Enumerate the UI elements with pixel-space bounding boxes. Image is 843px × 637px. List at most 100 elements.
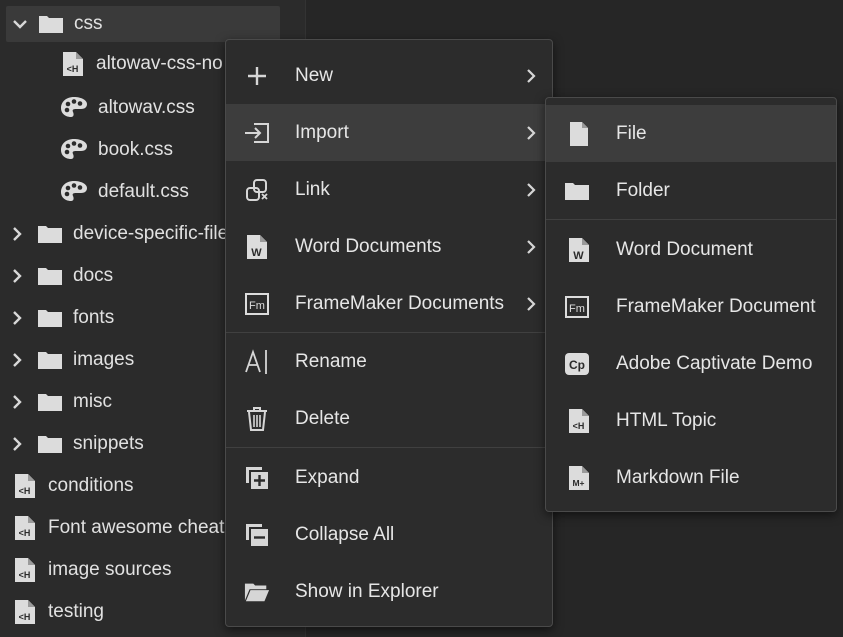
menu-separator	[546, 219, 836, 220]
svg-text:Cp: Cp	[569, 358, 585, 372]
tree-folder-css[interactable]: css	[6, 6, 280, 42]
chevron-right-icon[interactable]	[6, 394, 28, 410]
tree-item-label: image sources	[48, 559, 172, 580]
chevron-right-icon	[527, 239, 536, 254]
menu-item-label: Show in Explorer	[295, 580, 439, 602]
submenu-item-label: Adobe Captivate Demo	[616, 352, 813, 374]
import-icon	[244, 120, 270, 146]
chevron-right-icon[interactable]	[6, 352, 28, 368]
palette-icon	[60, 137, 88, 163]
svg-text:<H: <H	[19, 570, 31, 580]
menu-item-delete[interactable]: Delete	[226, 390, 552, 447]
svg-text:M+: M+	[572, 478, 584, 488]
submenu-item-adobe-captivate-demo[interactable]: Cp Adobe Captivate Demo	[546, 335, 836, 392]
tree-item-label: fonts	[73, 307, 115, 328]
chevron-right-icon[interactable]	[6, 436, 28, 452]
menu-item-label: New	[295, 64, 334, 86]
menu-item-rename[interactable]: Rename	[226, 333, 552, 390]
chevron-right-icon[interactable]	[6, 268, 28, 284]
tree-item-label: conditions	[48, 475, 134, 496]
palette-icon	[60, 179, 88, 205]
svg-text:Fm: Fm	[569, 303, 585, 315]
menu-item-label: FrameMaker Documents	[295, 292, 505, 314]
svg-text:<H: <H	[19, 486, 31, 496]
menu-item-label: Word Documents	[295, 235, 442, 257]
submenu-item-file[interactable]: File	[546, 105, 836, 162]
menu-item-import[interactable]: Import	[226, 104, 552, 161]
menu-item-show-in-explorer[interactable]: Show in Explorer	[226, 563, 552, 620]
svg-text:<H: <H	[573, 421, 585, 431]
folder-icon	[38, 14, 64, 34]
link-icon	[244, 177, 270, 203]
folder-icon	[37, 350, 63, 370]
expand-icon	[244, 465, 270, 491]
html-file-icon: <H	[14, 557, 38, 583]
rename-icon	[244, 348, 270, 375]
tree-item-label: book.css	[98, 139, 173, 160]
menu-item-label: Import	[295, 121, 349, 143]
tree-item-label: css	[74, 13, 103, 34]
chevron-down-icon[interactable]	[9, 16, 31, 32]
folder-icon	[564, 178, 590, 204]
tree-item-label: snippets	[73, 433, 144, 454]
trash-icon	[244, 406, 270, 432]
word-doc-icon: W	[244, 234, 270, 260]
submenu-item-markdown-file[interactable]: M+ Markdown File	[546, 449, 836, 506]
submenu-item-label: HTML Topic	[616, 409, 717, 431]
menu-separator	[226, 447, 552, 448]
menu-item-label: Rename	[295, 350, 367, 372]
html-file-icon: <H	[14, 515, 38, 541]
menu-item-link[interactable]: Link	[226, 161, 552, 218]
menu-item-label: Link	[295, 178, 330, 200]
tree-item-label: images	[73, 349, 135, 370]
palette-icon	[60, 95, 88, 121]
submenu-item-word-document[interactable]: W Word Document	[546, 221, 836, 278]
import-submenu: File Folder W Word Document Fm FrameMake…	[545, 97, 837, 512]
folder-icon	[37, 434, 63, 454]
menu-item-word-documents[interactable]: W Word Documents	[226, 218, 552, 275]
chevron-right-icon[interactable]	[6, 310, 28, 326]
folder-icon	[37, 266, 63, 286]
tree-item-label: testing	[48, 601, 104, 622]
chevron-right-icon	[527, 68, 536, 83]
folder-open-icon	[244, 579, 270, 605]
menu-item-framemaker-documents[interactable]: Fm FrameMaker Documents	[226, 275, 552, 332]
submenu-item-folder[interactable]: Folder	[546, 162, 836, 219]
svg-text:W: W	[251, 247, 262, 259]
chevron-right-icon[interactable]	[6, 226, 28, 242]
tree-item-label: misc	[73, 391, 113, 412]
markdown-icon: M+	[566, 465, 592, 491]
file-icon	[566, 121, 592, 147]
menu-item-collapse-all[interactable]: Collapse All	[226, 506, 552, 563]
menu-item-label: Expand	[295, 466, 360, 488]
html-file-icon: <H	[14, 599, 38, 625]
folder-icon	[37, 224, 63, 244]
chevron-right-icon	[527, 182, 536, 197]
framemaker-icon: Fm	[564, 294, 590, 320]
svg-text:W: W	[573, 250, 584, 262]
menu-item-expand[interactable]: Expand	[226, 449, 552, 506]
menu-item-new[interactable]: New	[226, 47, 552, 104]
svg-text:<H: <H	[67, 64, 79, 74]
menu-item-label: Collapse All	[295, 523, 395, 545]
folder-icon	[37, 308, 63, 328]
html-file-icon: <H	[62, 51, 86, 77]
svg-text:<H: <H	[19, 528, 31, 538]
framemaker-icon: Fm	[244, 291, 270, 317]
submenu-item-label: Folder	[616, 179, 670, 201]
svg-text:<H: <H	[19, 612, 31, 622]
captivate-icon: Cp	[564, 351, 590, 377]
submenu-item-label: Word Document	[616, 238, 753, 260]
submenu-item-html-topic[interactable]: <H HTML Topic	[546, 392, 836, 449]
tree-item-label: default.css	[98, 181, 189, 202]
chevron-right-icon	[527, 125, 536, 140]
submenu-item-framemaker-document[interactable]: Fm FrameMaker Document	[546, 278, 836, 335]
menu-item-label: Delete	[295, 407, 350, 429]
folder-icon	[37, 392, 63, 412]
tree-item-label: altowav-css-no	[96, 53, 223, 74]
html-topic-icon: <H	[566, 408, 592, 434]
word-doc-icon: W	[566, 237, 592, 263]
submenu-item-label: Markdown File	[616, 466, 740, 488]
svg-text:Fm: Fm	[249, 300, 265, 312]
tree-item-label: Font awesome cheat	[48, 517, 225, 538]
